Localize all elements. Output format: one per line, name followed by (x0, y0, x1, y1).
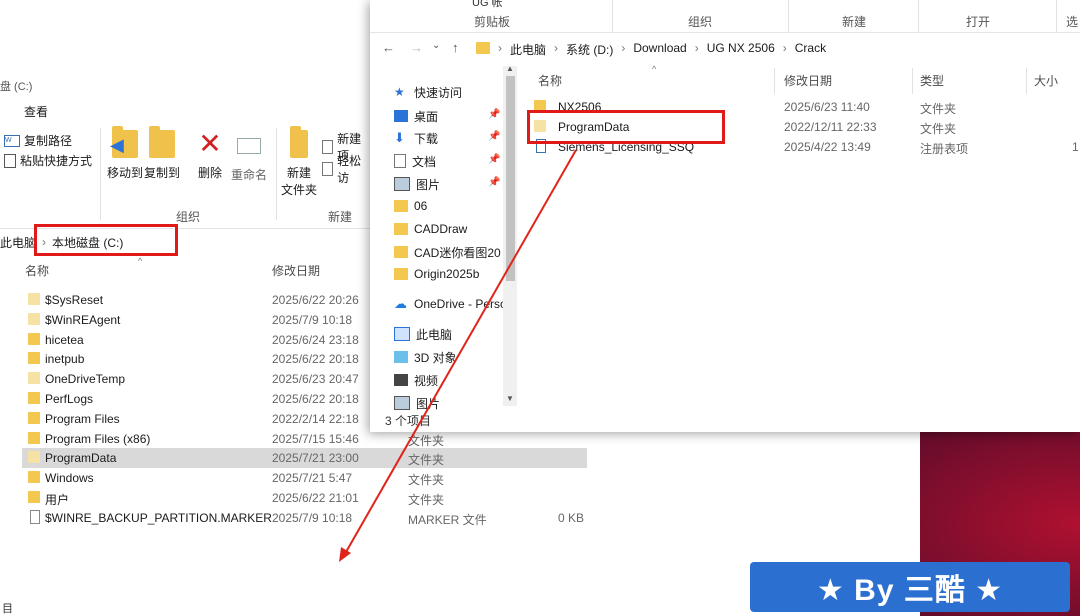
arrow-line (345, 149, 577, 553)
watermark-badge: ★ By 三酷 ★ (750, 562, 1070, 612)
annotation-arrow (339, 149, 577, 562)
arrow-head (339, 547, 351, 562)
